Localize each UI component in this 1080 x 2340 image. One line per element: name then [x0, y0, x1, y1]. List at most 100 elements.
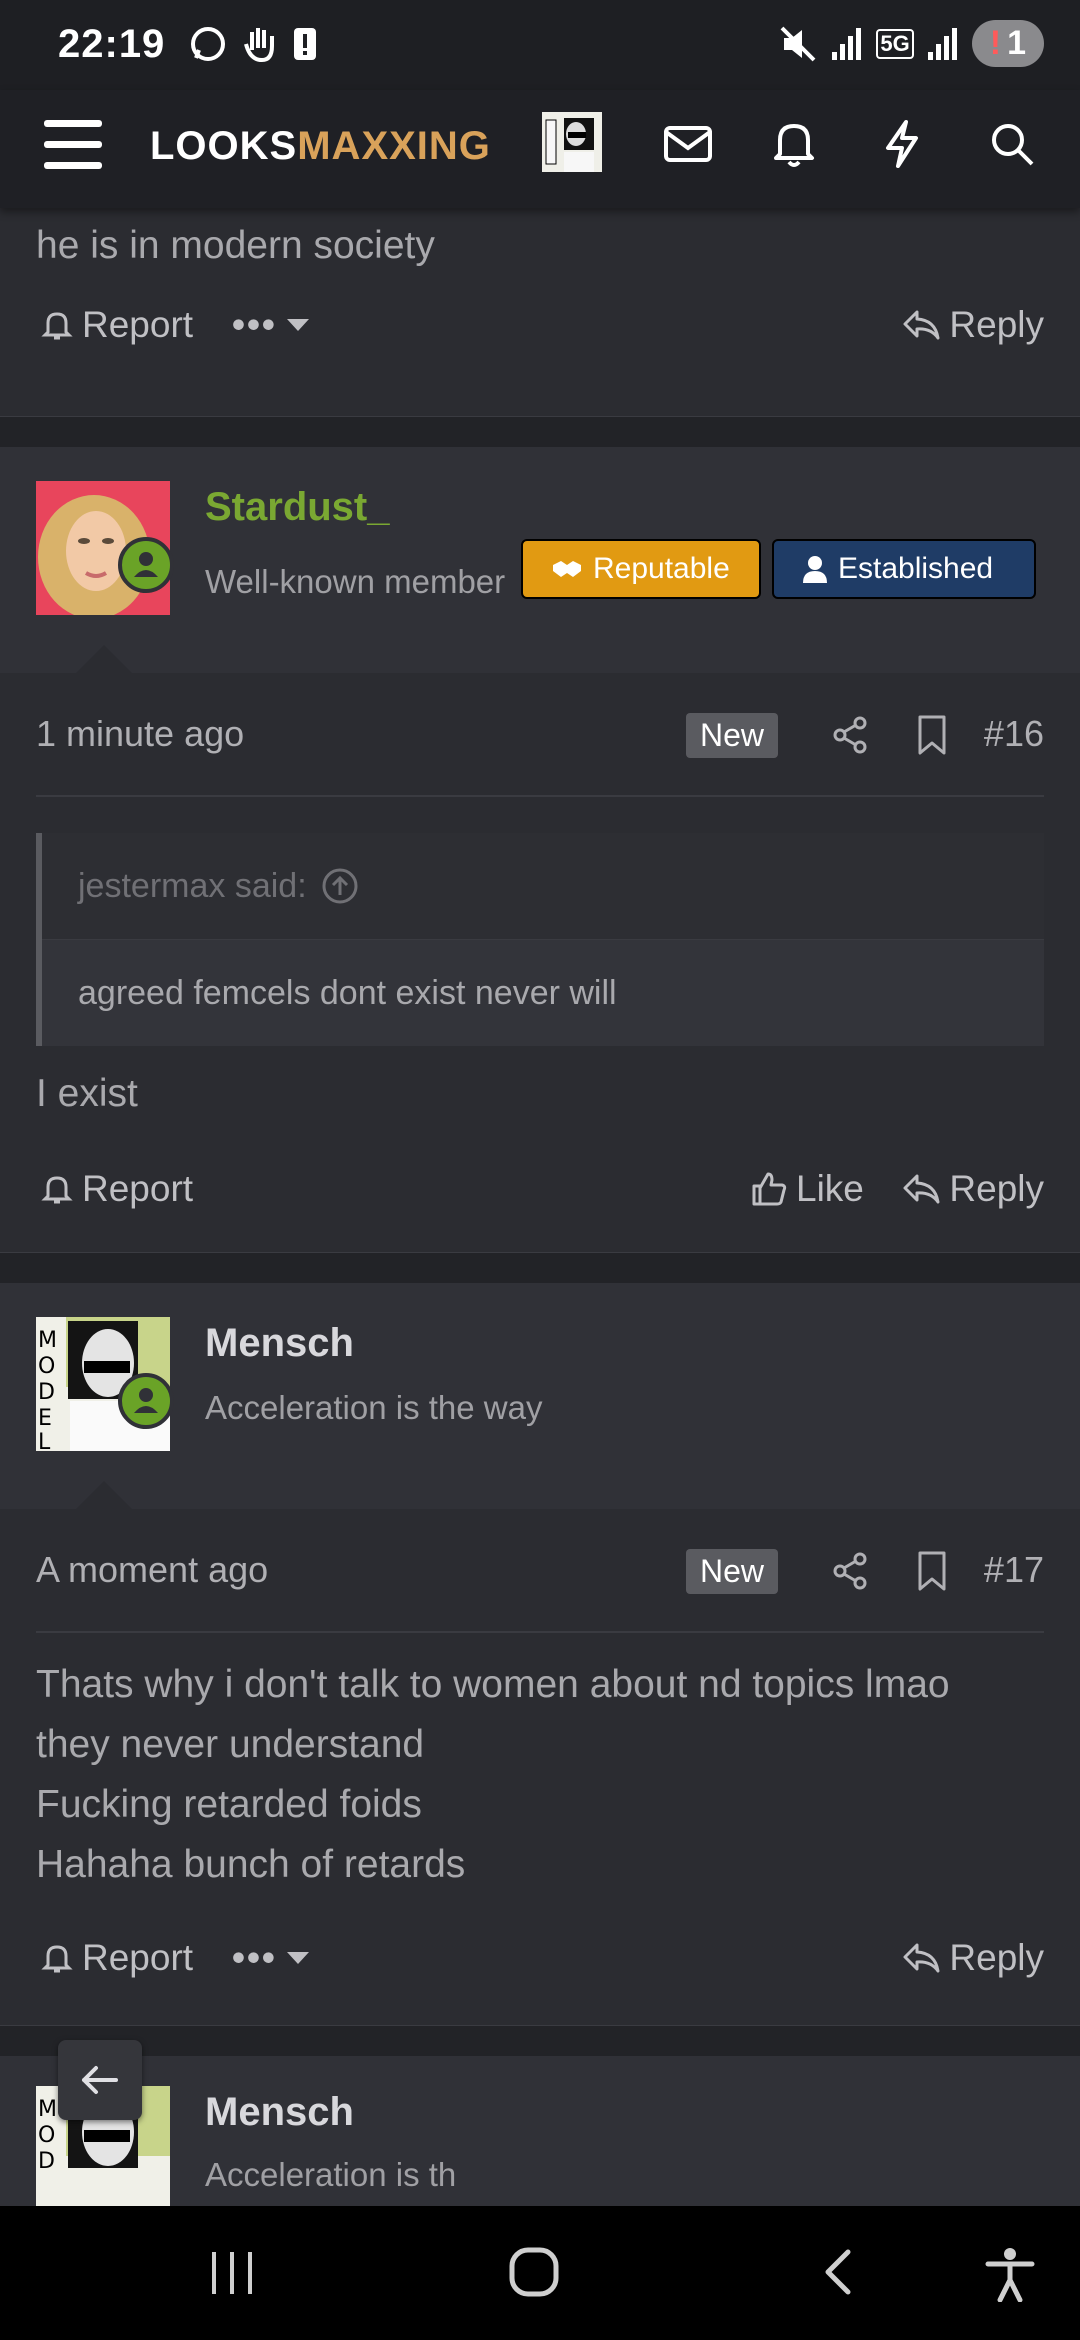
caret-down-icon — [286, 1952, 309, 1964]
post-meta: A moment ago New #17 — [36, 1509, 1044, 1633]
quote-author: jestermax said: — [78, 866, 307, 905]
post-16: Stardust_ Well-known member Reputable Es… — [0, 447, 1080, 1253]
reply-button[interactable]: Reply — [901, 304, 1044, 346]
username-link[interactable]: Mensch — [205, 1321, 354, 1366]
lightning-icon[interactable] — [874, 116, 930, 172]
svg-text:M: M — [38, 2097, 57, 2122]
notification-count: 1 — [1007, 24, 1026, 62]
report-bell-icon — [41, 1945, 73, 1973]
share-icon[interactable] — [828, 713, 872, 757]
search-icon[interactable] — [984, 116, 1040, 172]
thumbs-up-icon — [752, 1172, 787, 1206]
post-body-line: Hahaha bunch of retards — [36, 1843, 466, 1886]
svg-text:D: D — [38, 1380, 55, 1405]
system-navigation-bar — [0, 2206, 1080, 2340]
bookmark-icon[interactable] — [910, 1549, 954, 1593]
status-notification-icons — [188, 24, 320, 64]
quote-text: agreed femcels dont exist never will — [42, 940, 1044, 1046]
caret-down-icon — [286, 319, 309, 331]
back-icon[interactable] — [818, 2246, 858, 2298]
signal-icon — [832, 27, 862, 60]
scroll-back-button[interactable] — [58, 2040, 142, 2120]
svg-text:E: E — [38, 1406, 52, 1431]
username-link[interactable]: Stardust_ — [205, 485, 390, 530]
more-options-button[interactable]: ••• — [232, 304, 311, 346]
user-title: Well-known member — [205, 563, 506, 600]
menu-icon[interactable] — [44, 120, 102, 170]
recent-apps-icon[interactable] — [208, 2248, 256, 2298]
post-user-block: Stardust_ Well-known member Reputable Es… — [0, 447, 1080, 673]
post-body-line: Thats why i don't talk to women about nd… — [36, 1663, 950, 1706]
status-system-icons: 5G ! 1 — [778, 20, 1044, 67]
post-date[interactable]: A moment ago — [36, 1549, 268, 1591]
post-actions: Report ••• Reply — [0, 1907, 1080, 2025]
hand-icon — [244, 28, 274, 63]
online-status-icon — [118, 1373, 174, 1429]
top-navigation: LOOKSMAXXING — [0, 90, 1080, 208]
post-user-block: M O D E L Mensch Acceleration is the way — [0, 1283, 1080, 1509]
reply-button[interactable]: Reply — [901, 1168, 1044, 1210]
svg-text:M: M — [38, 1328, 57, 1353]
svg-text:D: D — [38, 2149, 55, 2174]
mute-icon — [780, 26, 816, 61]
bell-icon[interactable] — [766, 116, 822, 172]
person-icon — [803, 556, 827, 583]
inbox-icon[interactable] — [660, 116, 716, 172]
status-time: 22:19 — [58, 22, 166, 66]
reply-icon — [903, 1943, 940, 1973]
post-actions: Report ••• Reply — [0, 276, 1080, 376]
user-block-pointer — [76, 645, 132, 673]
alert-icon — [294, 28, 316, 60]
post-body: Thats why i don't talk to women about nd… — [0, 1633, 1080, 1907]
arrow-left-icon — [82, 2066, 118, 2094]
network-type-label: 5G — [876, 28, 914, 59]
notification-count-pill: ! 1 — [971, 20, 1044, 67]
post-17: M O D E L Mensch Acceleration is the way… — [0, 1283, 1080, 2026]
user-title: Acceleration is th — [205, 2156, 457, 2193]
signal-icon-2 — [927, 27, 957, 60]
new-badge: New — [685, 1549, 778, 1594]
arrow-up-circle-icon[interactable] — [321, 867, 359, 905]
svg-text:O: O — [38, 1354, 55, 1379]
quote-block: jestermax said: agreed femcels dont exis… — [36, 833, 1044, 1046]
share-icon[interactable] — [828, 1549, 872, 1593]
report-button[interactable]: Report — [40, 1937, 193, 1979]
svg-text:O: O — [38, 2123, 55, 2148]
reply-icon — [903, 1174, 940, 1204]
user-title: Acceleration is the way — [205, 1389, 543, 1426]
status-bar: 22:19 5G ! 1 — [0, 0, 1080, 90]
report-bell-icon — [41, 312, 73, 340]
post-number[interactable]: #17 — [984, 1549, 1044, 1591]
post-actions: Report Like Reply — [0, 1134, 1080, 1252]
online-status-icon — [118, 537, 174, 593]
like-button[interactable]: Like — [750, 1168, 864, 1210]
report-button[interactable]: Report — [40, 1168, 193, 1210]
home-icon[interactable] — [506, 2244, 562, 2300]
thread-content: he is in modern society Report ••• Reply — [0, 208, 1080, 2283]
whatsapp-icon — [191, 27, 225, 61]
svg-text:L: L — [38, 1430, 51, 1451]
reply-icon — [903, 310, 940, 340]
user-avatar[interactable] — [542, 112, 602, 172]
user-block-pointer — [76, 1481, 132, 1509]
post-previous: he is in modern society Report ••• Reply — [0, 208, 1080, 417]
site-logo[interactable]: LOOKSMAXXING — [150, 124, 491, 169]
quote-header[interactable]: jestermax said: — [42, 833, 1044, 940]
post-body-tail: he is in modern society — [36, 224, 435, 267]
new-badge: New — [685, 713, 778, 758]
post-body-line: they never understand — [36, 1723, 425, 1766]
badge-reputable: Reputable — [521, 539, 761, 599]
bookmark-icon[interactable] — [910, 713, 954, 757]
post-body-line: Fucking retarded foids — [36, 1783, 422, 1826]
username-link[interactable]: Mensch — [205, 2090, 354, 2135]
post-meta: 1 minute ago New #16 — [36, 673, 1044, 797]
post-date[interactable]: 1 minute ago — [36, 713, 244, 755]
report-button[interactable]: Report — [40, 304, 193, 346]
report-bell-icon — [41, 1176, 73, 1204]
more-options-button[interactable]: ••• — [232, 1937, 311, 1979]
post-number[interactable]: #16 — [984, 713, 1044, 755]
accessibility-icon[interactable] — [984, 2246, 1036, 2302]
badge-established: Established — [772, 539, 1036, 599]
reply-button[interactable]: Reply — [901, 1937, 1044, 1979]
handshake-icon — [553, 561, 581, 577]
